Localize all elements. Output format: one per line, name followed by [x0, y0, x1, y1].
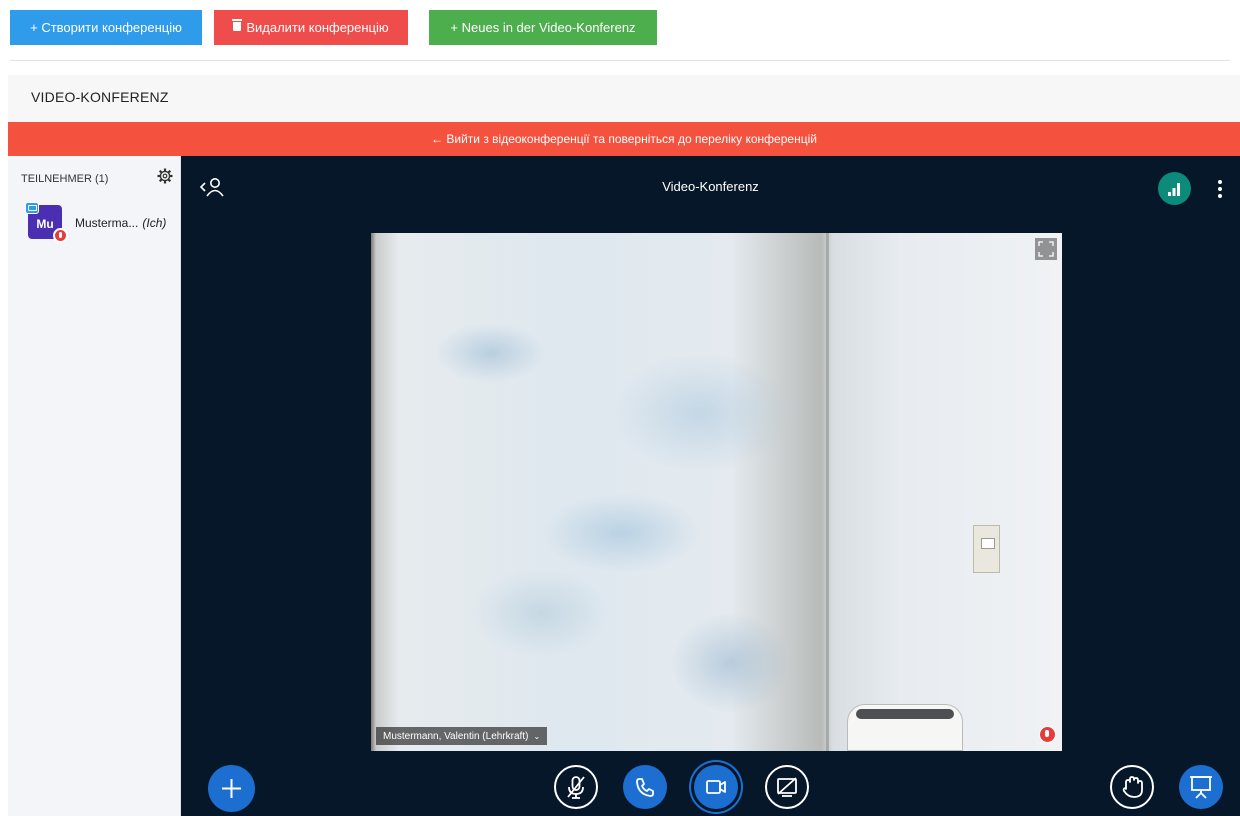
delete-conference-button[interactable]: Видалити конференцію — [214, 10, 408, 45]
unmute-microphone-button[interactable] — [554, 765, 598, 809]
leave-audio-button[interactable] — [623, 765, 667, 809]
actions-button[interactable] — [208, 765, 255, 812]
trash-icon — [232, 19, 243, 31]
gear-icon[interactable] — [157, 168, 173, 184]
more-options-icon[interactable] — [1210, 176, 1230, 202]
avatar-initials: Mu — [36, 217, 54, 231]
page: + Створити конференцію Видалити конферен… — [0, 0, 1240, 816]
presentation-icon — [1190, 776, 1212, 799]
webcam-video: Mustermann, Valentin (Lehrkraft) ⌄ — [371, 233, 1062, 751]
exit-conference-bar[interactable]: ← Вийти з відеоконференції та повернітьс… — [8, 122, 1240, 156]
news-button[interactable]: + Neues in der Video-Konferenz — [429, 10, 657, 45]
create-conference-label: + Створити конференцію — [30, 20, 182, 35]
panel-header: VIDEO-KONFERENZ — [8, 75, 1240, 122]
participant-name: Musterma... (Ich) — [75, 216, 166, 230]
video-canvas-edge — [826, 233, 829, 751]
fullscreen-icon[interactable] — [1035, 238, 1057, 260]
video-heater — [847, 704, 963, 751]
delete-conference-label: Видалити конференцію — [246, 20, 389, 35]
participant-you-label: (Ich) — [142, 216, 167, 230]
hand-icon — [1122, 776, 1143, 798]
participant-item[interactable]: Mu Musterma... (Ich) — [8, 200, 180, 244]
video-user-name: Mustermann, Valentin (Lehrkraft) — [383, 730, 529, 742]
connection-status-button[interactable] — [1158, 172, 1191, 205]
create-conference-button[interactable]: + Створити конференцію — [10, 10, 202, 45]
screenshare-off-icon — [777, 777, 797, 797]
participants-sidebar: TEILNEHMER (1) Mu Musterma... (Ich) — [8, 156, 181, 816]
camera-icon — [706, 780, 726, 794]
stop-webcam-button[interactable] — [694, 765, 738, 809]
raise-hand-button[interactable] — [1110, 765, 1154, 809]
plus-icon — [222, 779, 241, 798]
muted-icon — [53, 228, 68, 243]
chevron-down-icon: ⌄ — [533, 731, 541, 741]
panel-title: VIDEO-KONFERENZ — [31, 89, 169, 105]
video-user-label[interactable]: Mustermann, Valentin (Lehrkraft) ⌄ — [376, 727, 548, 745]
presentation-button[interactable] — [1179, 765, 1223, 809]
meeting-stage: Video-Konferenz Mustermann, Valentin (Le… — [181, 156, 1240, 816]
phone-icon — [636, 778, 654, 797]
exit-conference-label: ← Вийти з відеоконференції та повернітьс… — [431, 132, 817, 146]
participants-title: TEILNEHMER (1) — [21, 173, 109, 185]
video-wall-switch — [973, 525, 1000, 573]
signal-bars-icon — [1168, 183, 1180, 196]
share-screen-button[interactable] — [765, 765, 809, 809]
participant-name-text: Musterma... — [75, 216, 139, 230]
microphone-muted-icon — [567, 776, 585, 799]
presenter-icon — [25, 202, 39, 214]
news-label: + Neues in der Video-Konferenz — [450, 20, 636, 35]
divider — [10, 60, 1230, 61]
meeting-title: Video-Konferenz — [662, 179, 759, 194]
muted-icon — [1039, 726, 1056, 743]
